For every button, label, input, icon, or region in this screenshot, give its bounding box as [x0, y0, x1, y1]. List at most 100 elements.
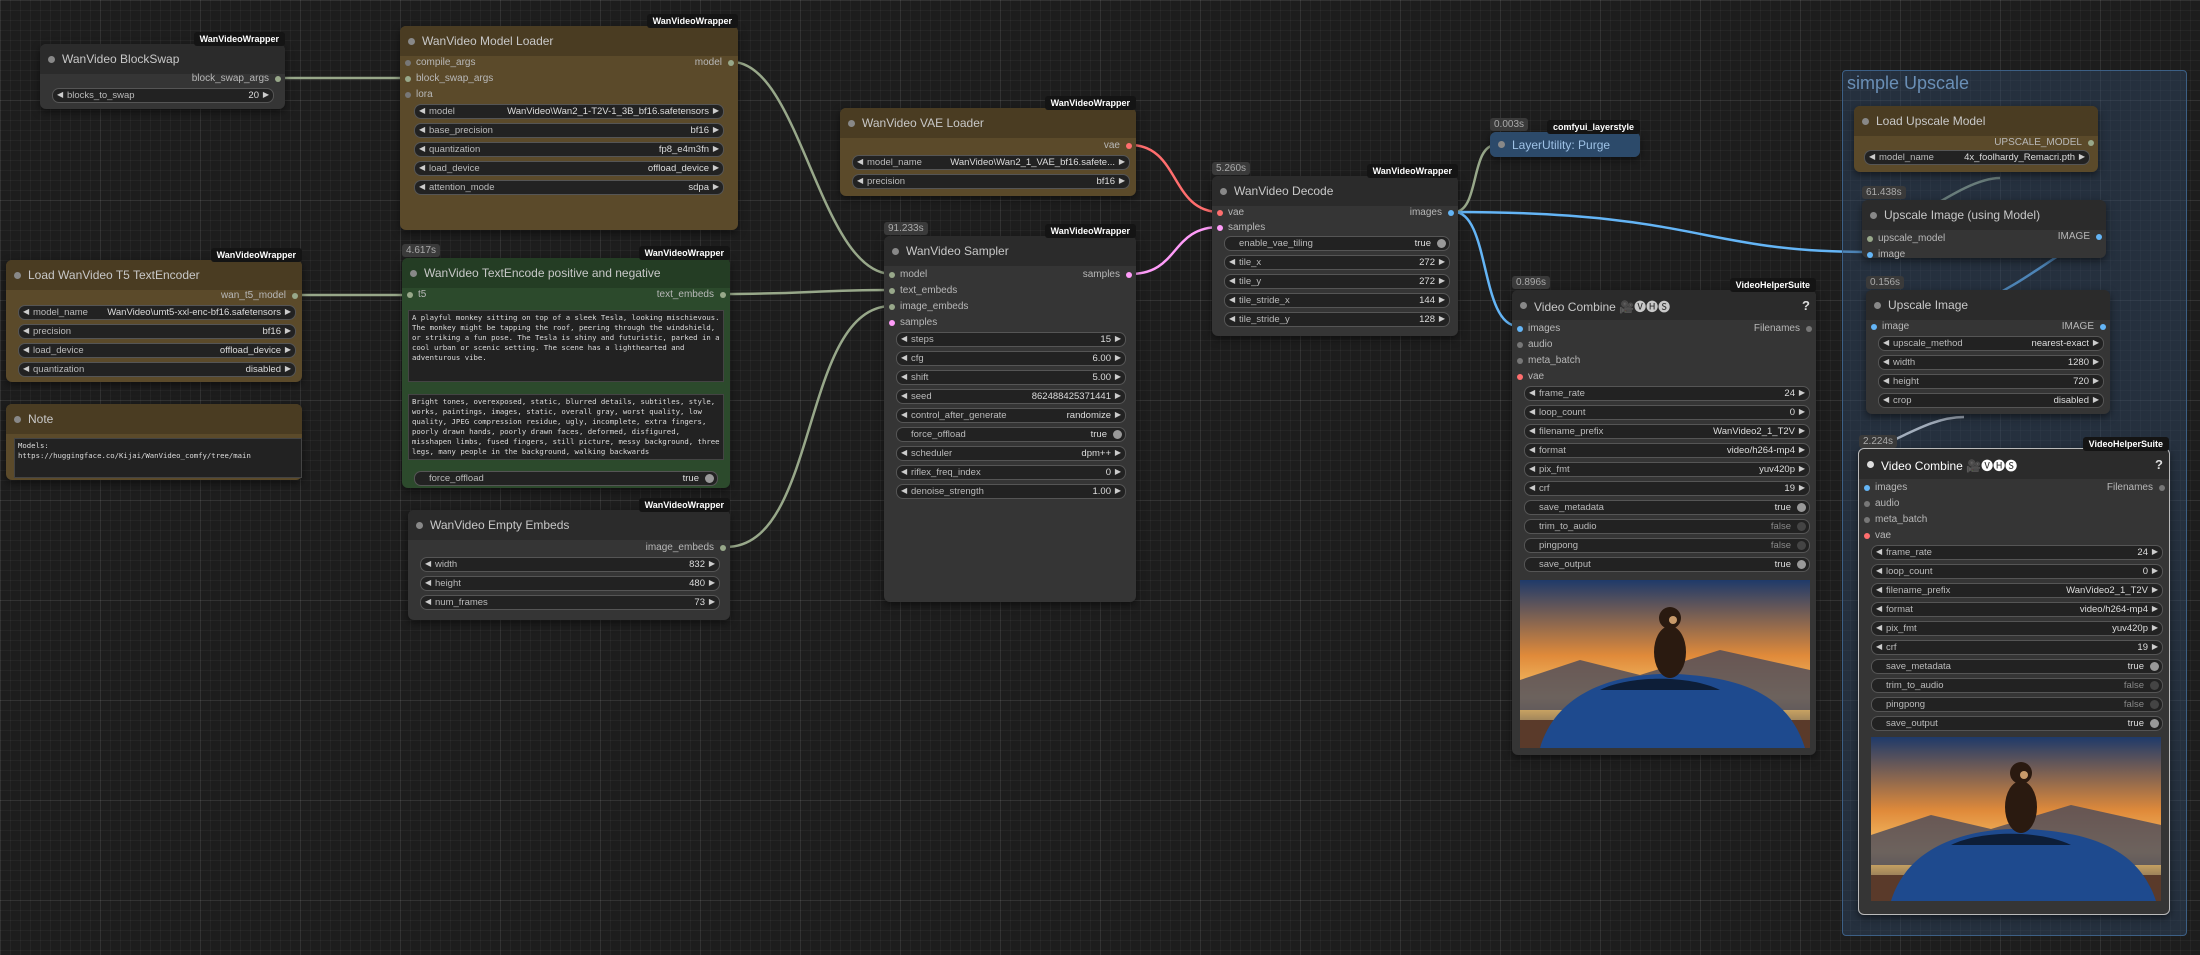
decrement-arrow-icon[interactable]: ◀: [425, 578, 431, 587]
widget-pix-fmt[interactable]: ◀ pix_fmt yuv420p ▶: [1524, 462, 1810, 477]
increment-arrow-icon[interactable]: ▶: [1115, 486, 1121, 495]
widget-quantization[interactable]: ◀ quantization disabled ▶: [18, 362, 296, 377]
widget-loop-count[interactable]: ◀ loop_count 0 ▶: [1871, 564, 2163, 579]
output-slot-dot[interactable]: [1448, 210, 1454, 216]
decrement-arrow-icon[interactable]: ◀: [425, 559, 431, 568]
input-slot-dot[interactable]: [1517, 342, 1523, 348]
increment-arrow-icon[interactable]: ▶: [1439, 314, 1445, 323]
increment-arrow-icon[interactable]: ▶: [1799, 464, 1805, 473]
decrement-arrow-icon[interactable]: ◀: [901, 410, 907, 419]
increment-arrow-icon[interactable]: ▶: [713, 163, 719, 172]
input-slot-dot[interactable]: [407, 292, 413, 298]
increment-arrow-icon[interactable]: ▶: [2152, 623, 2158, 632]
widget-save-metadata[interactable]: save_metadata true: [1524, 500, 1810, 515]
input-slot-dot[interactable]: [405, 76, 411, 82]
decrement-arrow-icon[interactable]: ◀: [1529, 407, 1535, 416]
increment-arrow-icon[interactable]: ▶: [713, 106, 719, 115]
node-load-upscale-model[interactable]: Load Upscale Model UPSCALE_MODEL ◀ model_…: [1854, 106, 2098, 172]
increment-arrow-icon[interactable]: ▶: [1799, 407, 1805, 416]
input-slot-dot[interactable]: [1864, 501, 1870, 507]
increment-arrow-icon[interactable]: ▶: [713, 182, 719, 191]
decrement-arrow-icon[interactable]: ◀: [1876, 566, 1882, 575]
negative-prompt-textarea[interactable]: Bright tones, overexposed, static, blurr…: [408, 394, 724, 460]
increment-arrow-icon[interactable]: ▶: [1799, 483, 1805, 492]
node-purge[interactable]: LayerUtility: Purge comfyui_layerstyle 0…: [1490, 118, 1640, 157]
widget-model[interactable]: ◀ model WanVideo\Wan2_1-T2V-1_3B_bf16.safe…: [414, 104, 724, 119]
help-icon[interactable]: ?: [1802, 298, 1810, 313]
node-note[interactable]: Note Models: https://huggingface.co/Kija…: [6, 404, 302, 480]
input-slot-dot[interactable]: [1517, 358, 1523, 364]
widget-pingpong[interactable]: pingpong false: [1871, 697, 2163, 712]
increment-arrow-icon[interactable]: ▶: [2093, 338, 2099, 347]
note-text[interactable]: Models: https://huggingface.co/Kijai/Wan…: [14, 438, 302, 478]
widget-tile-stride-y[interactable]: ◀ tile_stride_y 128 ▶: [1224, 312, 1450, 327]
decrement-arrow-icon[interactable]: ◀: [1883, 357, 1889, 366]
decrement-arrow-icon[interactable]: ◀: [1869, 152, 1875, 161]
node-sampler[interactable]: WanVideo Sampler WanVideoWrapper 91.233s…: [884, 222, 1136, 602]
widget-blocks-to-swap[interactable]: ◀ blocks_to_swap 20 ▶: [52, 88, 274, 103]
increment-arrow-icon[interactable]: ▶: [1115, 448, 1121, 457]
decrement-arrow-icon[interactable]: ◀: [1529, 426, 1535, 435]
increment-arrow-icon[interactable]: ▶: [1115, 410, 1121, 419]
increment-arrow-icon[interactable]: ▶: [1115, 353, 1121, 362]
node-upscale-image-using-model[interactable]: Upscale Image (using Model) 61.438s IMAG…: [1862, 186, 2106, 260]
decrement-arrow-icon[interactable]: ◀: [1529, 464, 1535, 473]
increment-arrow-icon[interactable]: ▶: [285, 364, 291, 373]
widget-precision[interactable]: ◀ precision bf16 ▶: [852, 174, 1130, 189]
increment-arrow-icon[interactable]: ▶: [1115, 372, 1121, 381]
widget-shift[interactable]: ◀ shift 5.00 ▶: [896, 370, 1126, 385]
increment-arrow-icon[interactable]: ▶: [713, 125, 719, 134]
widget-width[interactable]: ◀ width 832 ▶: [420, 557, 720, 572]
decrement-arrow-icon[interactable]: ◀: [1876, 642, 1882, 651]
widget-force-offload[interactable]: force_offload true: [414, 471, 718, 486]
output-slot-dot[interactable]: [720, 292, 726, 298]
widget-attention-mode[interactable]: ◀ attention_mode sdpa ▶: [414, 180, 724, 195]
positive-prompt-textarea[interactable]: A playful monkey sitting on top of a sle…: [408, 310, 724, 382]
decrement-arrow-icon[interactable]: ◀: [1229, 295, 1235, 304]
increment-arrow-icon[interactable]: ▶: [709, 597, 715, 606]
input-slot-dot[interactable]: [1517, 326, 1523, 332]
decrement-arrow-icon[interactable]: ◀: [1883, 395, 1889, 404]
node-textencode[interactable]: WanVideo TextEncode positive and negativ…: [402, 244, 730, 488]
decrement-arrow-icon[interactable]: ◀: [901, 353, 907, 362]
widget-steps[interactable]: ◀ steps 15 ▶: [896, 332, 1126, 347]
widget-cfg[interactable]: ◀ cfg 6.00 ▶: [896, 351, 1126, 366]
increment-arrow-icon[interactable]: ▶: [1119, 176, 1125, 185]
widget-model-name[interactable]: ◀ model_name WanVideo\umt5-xxl-enc-bf16.sa…: [18, 305, 296, 320]
decrement-arrow-icon[interactable]: ◀: [1876, 547, 1882, 556]
decrement-arrow-icon[interactable]: ◀: [23, 326, 29, 335]
decrement-arrow-icon[interactable]: ◀: [1883, 338, 1889, 347]
input-slot-dot[interactable]: [1217, 225, 1223, 231]
widget-trim-to-audio[interactable]: trim_to_audio false: [1871, 678, 2163, 693]
increment-arrow-icon[interactable]: ▶: [709, 578, 715, 587]
input-slot-dot[interactable]: [1864, 517, 1870, 523]
output-slot-dot[interactable]: [720, 545, 726, 551]
increment-arrow-icon[interactable]: ▶: [1439, 257, 1445, 266]
widget-denoise-strength[interactable]: ◀ denoise_strength 1.00 ▶: [896, 484, 1126, 499]
decrement-arrow-icon[interactable]: ◀: [425, 597, 431, 606]
toggle-icon[interactable]: [1797, 560, 1806, 569]
decrement-arrow-icon[interactable]: ◀: [23, 345, 29, 354]
node-t5-encoder[interactable]: Load WanVideo T5 TextEncoder WanVideoWra…: [6, 248, 302, 382]
decrement-arrow-icon[interactable]: ◀: [1876, 623, 1882, 632]
widget-frame-rate[interactable]: ◀ frame_rate 24 ▶: [1524, 386, 1810, 401]
decrement-arrow-icon[interactable]: ◀: [857, 176, 863, 185]
decrement-arrow-icon[interactable]: ◀: [1876, 585, 1882, 594]
node-blockswap[interactable]: WanVideo BlockSwap WanVideoWrapper block…: [40, 32, 285, 109]
widget-load-device[interactable]: ◀ load_device offload_device ▶: [414, 161, 724, 176]
widget-height[interactable]: ◀ height 720 ▶: [1878, 374, 2104, 389]
widget-enable-vae-tiling[interactable]: enable_vae_tiling true: [1224, 236, 1450, 251]
widget-filename-prefix[interactable]: ◀ filename_prefix WanVideo2_1_T2V ▶: [1524, 424, 1810, 439]
widget-tile-x[interactable]: ◀ tile_x 272 ▶: [1224, 255, 1450, 270]
decrement-arrow-icon[interactable]: ◀: [419, 163, 425, 172]
increment-arrow-icon[interactable]: ▶: [1799, 445, 1805, 454]
increment-arrow-icon[interactable]: ▶: [2152, 547, 2158, 556]
widget-crop[interactable]: ◀ crop disabled ▶: [1878, 393, 2104, 408]
toggle-icon[interactable]: [2150, 681, 2159, 690]
increment-arrow-icon[interactable]: ▶: [2079, 152, 2085, 161]
widget-tile-stride-x[interactable]: ◀ tile_stride_x 144 ▶: [1224, 293, 1450, 308]
widget-load-device[interactable]: ◀ load_device offload_device ▶: [18, 343, 296, 358]
widget-base-precision[interactable]: ◀ base_precision bf16 ▶: [414, 123, 724, 138]
increment-arrow-icon[interactable]: ▶: [2093, 395, 2099, 404]
increment-arrow-icon[interactable]: ▶: [1115, 334, 1121, 343]
